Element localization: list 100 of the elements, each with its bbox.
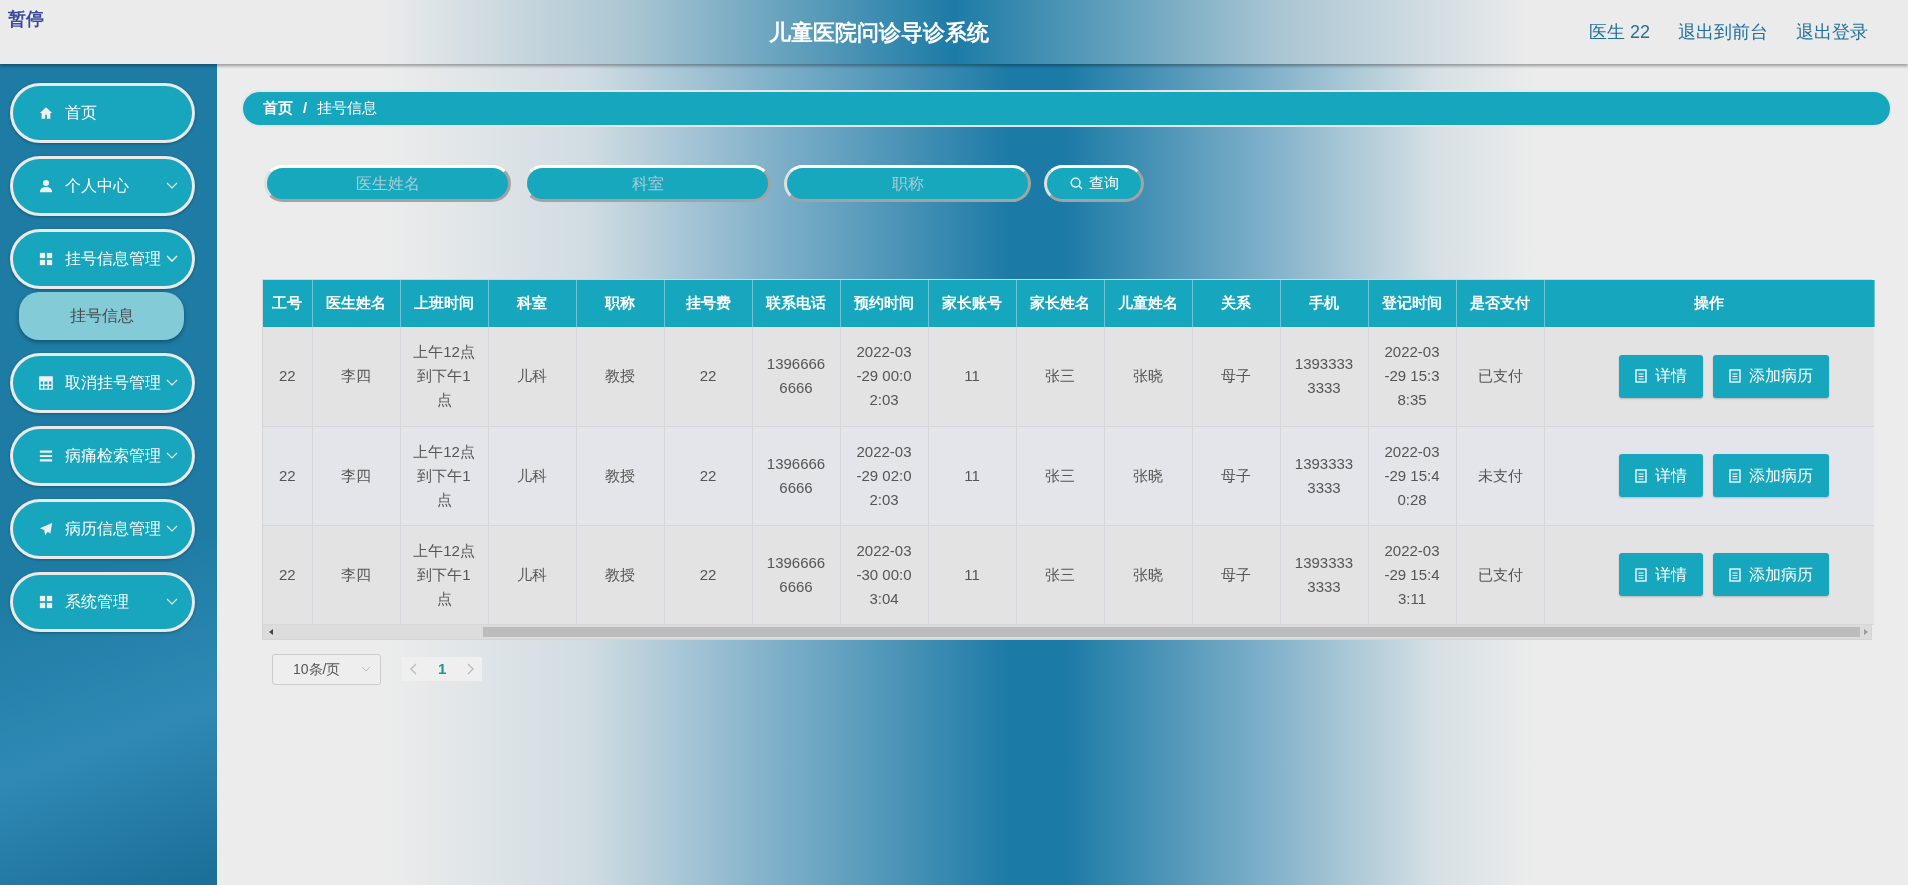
submenu-item[interactable]: 挂号信息 (19, 292, 184, 340)
search-field[interactable]: 科室 (524, 165, 771, 202)
table-cell: 2022-03-29 00:02:03 (840, 327, 928, 426)
table-cell: 11 (928, 525, 1016, 624)
table-cell: 22 (263, 327, 312, 426)
breadcrumb-link[interactable]: 挂号信息 (317, 97, 378, 120)
table-cell: 22 (263, 426, 312, 525)
table-cell: 母子 (1192, 525, 1280, 624)
grid-icon (39, 595, 53, 609)
row-action-button[interactable]: 详情 (1619, 454, 1704, 497)
table-cell: 李四 (312, 327, 400, 426)
table-cell: 张晓 (1104, 327, 1192, 426)
column-header: 科室 (488, 280, 576, 327)
table-cell: 儿科 (488, 327, 576, 426)
grid-icon (39, 252, 53, 266)
search-field[interactable]: 医生姓名 (264, 165, 511, 202)
breadcrumb-link[interactable]: 首页 (263, 97, 293, 120)
row-action-button[interactable]: 详情 (1619, 354, 1704, 398)
table-cell: 张三 (1016, 327, 1104, 426)
table-cell: 2022-03-29 02:02:03 (840, 426, 928, 525)
table-cell: 13966666666 (752, 327, 840, 426)
table-cell: 2022-03-29 15:38:35 (1368, 327, 1456, 426)
scroll-right-icon (1864, 628, 1868, 635)
header-link[interactable]: 医生 22 (1588, 18, 1650, 46)
column-header: 联系电话 (752, 280, 840, 327)
search-field[interactable]: 职称 (784, 165, 1031, 202)
table-cell: 教授 (576, 426, 664, 525)
table-cell: 13933333333 (1280, 525, 1368, 624)
column-header: 是否支付 (1456, 280, 1544, 327)
table-cell: 儿科 (488, 426, 576, 525)
column-header: 挂号费 (664, 280, 752, 327)
table-cell: 13966666666 (752, 525, 840, 624)
header-link[interactable]: 退出到前台 (1678, 18, 1768, 46)
header-link[interactable]: 退出登录 (1796, 18, 1868, 46)
list-icon (39, 449, 53, 463)
search-icon (1069, 177, 1083, 190)
table-cell: 13933333333 (1280, 426, 1368, 525)
table-cell: 11 (928, 327, 1016, 426)
table-cell: 李四 (312, 525, 400, 624)
column-header: 操作 (1544, 280, 1874, 327)
table-cell: 22 (664, 525, 752, 624)
document-icon (1635, 468, 1648, 483)
table-cell: 张晓 (1104, 426, 1192, 525)
chevron-icon (361, 666, 371, 672)
table-cell: 22 (263, 525, 312, 624)
table-cell: 母子 (1192, 426, 1280, 525)
paper-plane-icon (39, 522, 53, 536)
table-cell: 上午12点到下午1点 (400, 525, 488, 624)
row-action-button[interactable]: 添加病历 (1713, 553, 1830, 596)
column-header: 家长账号 (928, 280, 1016, 327)
breadcrumb-separator: / (303, 98, 308, 119)
table-cell: 13966666666 (752, 426, 840, 525)
document-icon (1729, 468, 1742, 483)
sidebar-menu-item[interactable]: 系统管理 (10, 572, 195, 632)
table-cell: 22 (664, 426, 752, 525)
column-header: 手机 (1280, 280, 1368, 327)
column-header: 家长姓名 (1016, 280, 1104, 327)
column-header: 上班时间 (400, 280, 488, 327)
pause-label: 暂停 (8, 8, 44, 31)
table-icon (39, 376, 53, 390)
sidebar-menu-item[interactable]: 挂号信息管理 (10, 229, 195, 289)
column-header: 关系 (1192, 280, 1280, 327)
table-cell: 儿科 (488, 525, 576, 624)
column-header: 儿童姓名 (1104, 280, 1192, 327)
column-header: 职称 (576, 280, 664, 327)
sidebar-menu-item[interactable]: 病痛检索管理 (10, 426, 195, 486)
document-icon (1729, 567, 1742, 582)
table-cell: 11 (928, 426, 1016, 525)
sidebar-menu-item[interactable]: 病历信息管理 (10, 499, 195, 559)
sidebar-menu-item[interactable]: 首页 (10, 83, 195, 143)
table-cell: 张三 (1016, 426, 1104, 525)
table-cell: 教授 (576, 327, 664, 426)
table-cell: 母子 (1192, 327, 1280, 426)
sidebar-menu-item[interactable]: 取消挂号管理 (10, 353, 195, 413)
scroll-left-icon (269, 628, 273, 635)
row-action-button[interactable]: 添加病历 (1713, 454, 1830, 497)
table-cell: 上午12点到下午1点 (400, 426, 488, 525)
document-icon (1635, 567, 1648, 582)
table-cell: 教授 (576, 525, 664, 624)
table-cell: 张晓 (1104, 525, 1192, 624)
row-action-button[interactable]: 详情 (1619, 553, 1704, 596)
search-button[interactable]: 查询 (1044, 165, 1144, 202)
table-cell: 13933333333 (1280, 327, 1368, 426)
table-cell: 李四 (312, 426, 400, 525)
document-icon (1635, 369, 1648, 384)
page-size-select[interactable]: 10条/页 (272, 653, 381, 685)
column-header: 登记时间 (1368, 280, 1456, 327)
user-icon (39, 179, 53, 193)
table-cell: 2022-03-29 15:43:11 (1368, 525, 1456, 624)
column-header: 工号 (263, 280, 312, 327)
row-action-button[interactable]: 添加病历 (1713, 354, 1830, 398)
sidebar-menu-item[interactable]: 个人中心 (10, 156, 195, 216)
table-cell: 已支付 (1456, 327, 1544, 426)
app-title: 儿童医院问诊导诊系统 (769, 18, 990, 47)
document-icon (1729, 369, 1742, 384)
table-cell: 已支付 (1456, 525, 1544, 624)
scrollbar-thumb[interactable] (483, 626, 1860, 637)
table-cell: 22 (664, 327, 752, 426)
table-cell: 张三 (1016, 525, 1104, 624)
column-header: 预约时间 (840, 280, 928, 327)
